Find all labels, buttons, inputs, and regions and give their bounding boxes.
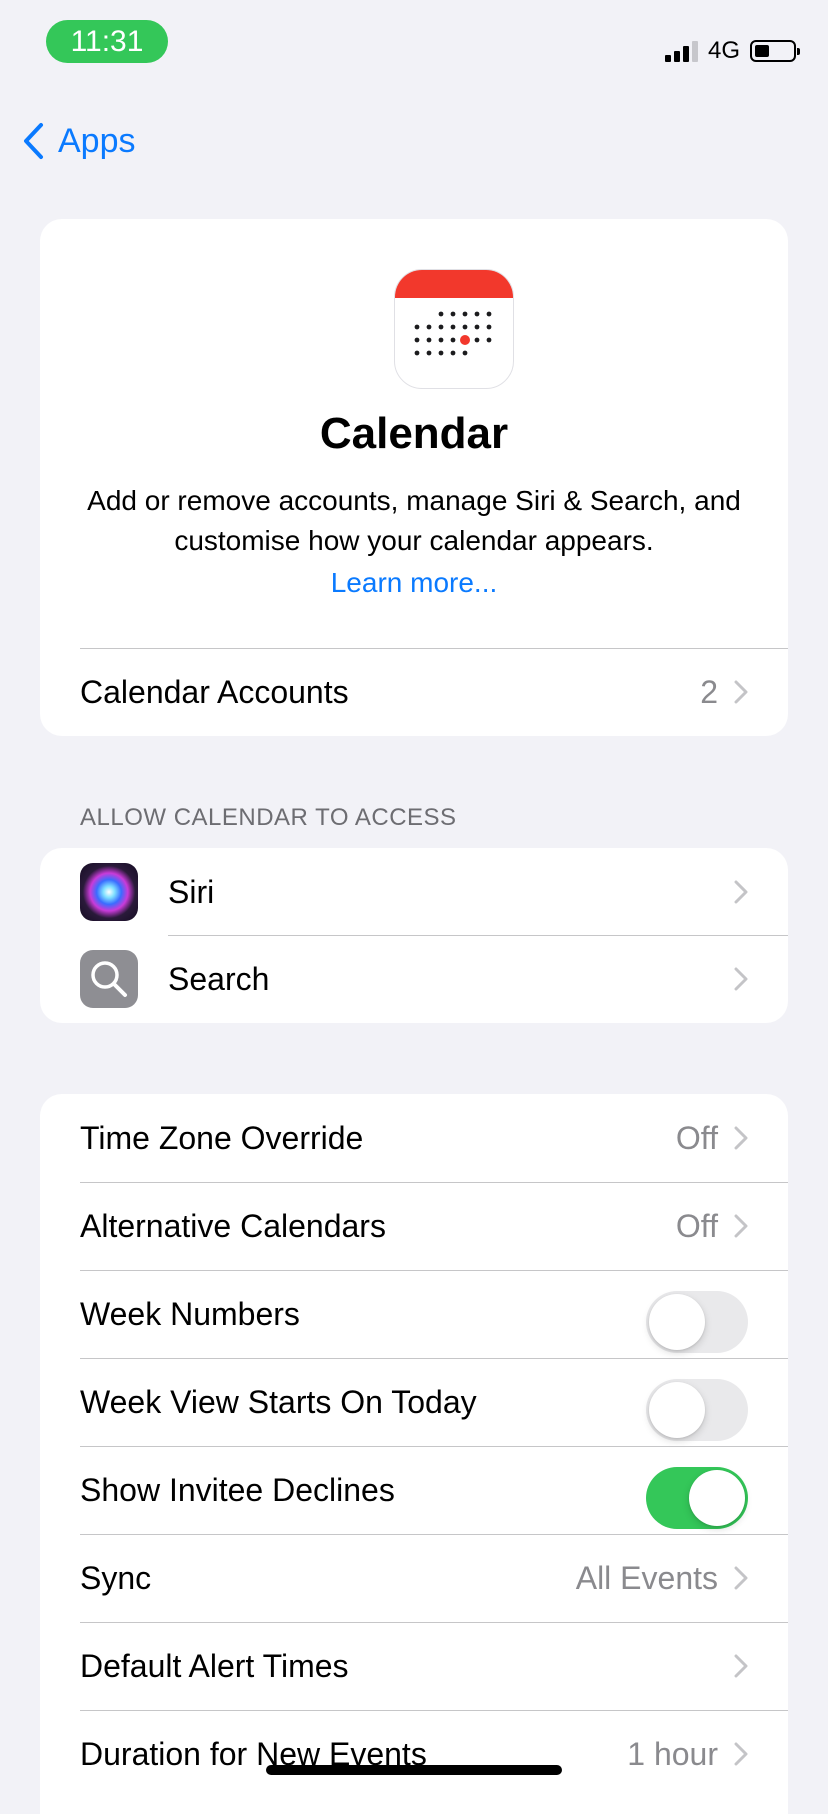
row-value: Off (675, 1120, 718, 1156)
calendar-accounts-row[interactable]: Calendar Accounts 2 (40, 648, 788, 736)
siri-row[interactable]: Siri (40, 848, 788, 936)
row-label: Time Zone Override (80, 1120, 364, 1156)
week-numbers-toggle[interactable] (646, 1291, 748, 1353)
toggle-knob (649, 1294, 705, 1350)
section-header: ALLOW CALENDAR TO ACCESS (80, 804, 457, 831)
row-label: Week Numbers (80, 1296, 300, 1332)
week-view-starts-today-row: Week View Starts On Today (40, 1358, 788, 1446)
sync-row[interactable]: Sync All Events (40, 1534, 788, 1622)
row-value: 2 (700, 674, 718, 710)
row-label: Alternative Calendars (80, 1208, 386, 1244)
settings-card: Time Zone Override Off Alternative Calen… (40, 1094, 788, 1814)
chevron-right-icon (734, 1126, 748, 1150)
alternative-calendars-row[interactable]: Alternative Calendars Off (40, 1182, 788, 1270)
row-label: Search (168, 961, 270, 997)
access-card: Siri Search (40, 848, 788, 1023)
time-zone-override-row[interactable]: Time Zone Override Off (40, 1094, 788, 1182)
chevron-right-icon (734, 1566, 748, 1590)
learn-more-link[interactable]: Learn more... (40, 563, 788, 603)
chevron-right-icon (734, 1742, 748, 1766)
default-alert-times-row[interactable]: Default Alert Times (40, 1622, 788, 1710)
chevron-right-icon (734, 1654, 748, 1678)
magnifier-icon (80, 950, 138, 1008)
search-row[interactable]: Search (40, 935, 788, 1023)
status-indicators: 4G (664, 36, 800, 66)
toggle-knob (649, 1382, 705, 1438)
status-bar: 11:31 4G (0, 0, 828, 80)
row-value: 1 hour (627, 1736, 718, 1772)
network-type: 4G (707, 37, 740, 64)
calendar-app-icon (394, 269, 514, 389)
toggle-knob (689, 1470, 745, 1526)
back-button[interactable]: Apps (22, 118, 136, 164)
row-label: Show Invitee Declines (80, 1472, 395, 1508)
week-view-starts-today-toggle[interactable] (646, 1379, 748, 1441)
status-time[interactable]: 11:31 (46, 20, 168, 63)
page-title: Calendar (319, 409, 509, 458)
battery-icon (750, 40, 800, 62)
show-invitee-declines-row: Show Invitee Declines (40, 1446, 788, 1534)
siri-icon (80, 863, 138, 921)
duration-new-events-row[interactable]: Duration for New Events 1 hour (40, 1710, 788, 1798)
calendar-info-card: Calendar Add or remove accounts, manage … (40, 219, 788, 736)
show-invitee-declines-toggle[interactable] (646, 1467, 748, 1529)
row-label: Sync (80, 1560, 152, 1596)
week-numbers-row: Week Numbers (40, 1270, 788, 1358)
row-label: Duration for New Events (80, 1736, 427, 1772)
row-value: Off (675, 1208, 718, 1244)
chevron-left-icon (24, 123, 43, 159)
row-label: Default Alert Times (80, 1648, 349, 1684)
chevron-right-icon (734, 680, 748, 704)
row-label: Siri (168, 874, 215, 910)
row-label: Week View Starts On Today (80, 1384, 477, 1420)
app-description: Add or remove accounts, manage Siri & Se… (87, 485, 741, 556)
row-value: All Events (575, 1560, 718, 1596)
row-label: Calendar Accounts (80, 674, 349, 710)
chevron-right-icon (734, 880, 748, 904)
chevron-right-icon (734, 967, 748, 991)
cellular-signal-icon (664, 40, 698, 62)
chevron-right-icon (734, 1214, 748, 1238)
home-indicator[interactable] (266, 1765, 562, 1775)
back-label: Apps (58, 121, 136, 160)
